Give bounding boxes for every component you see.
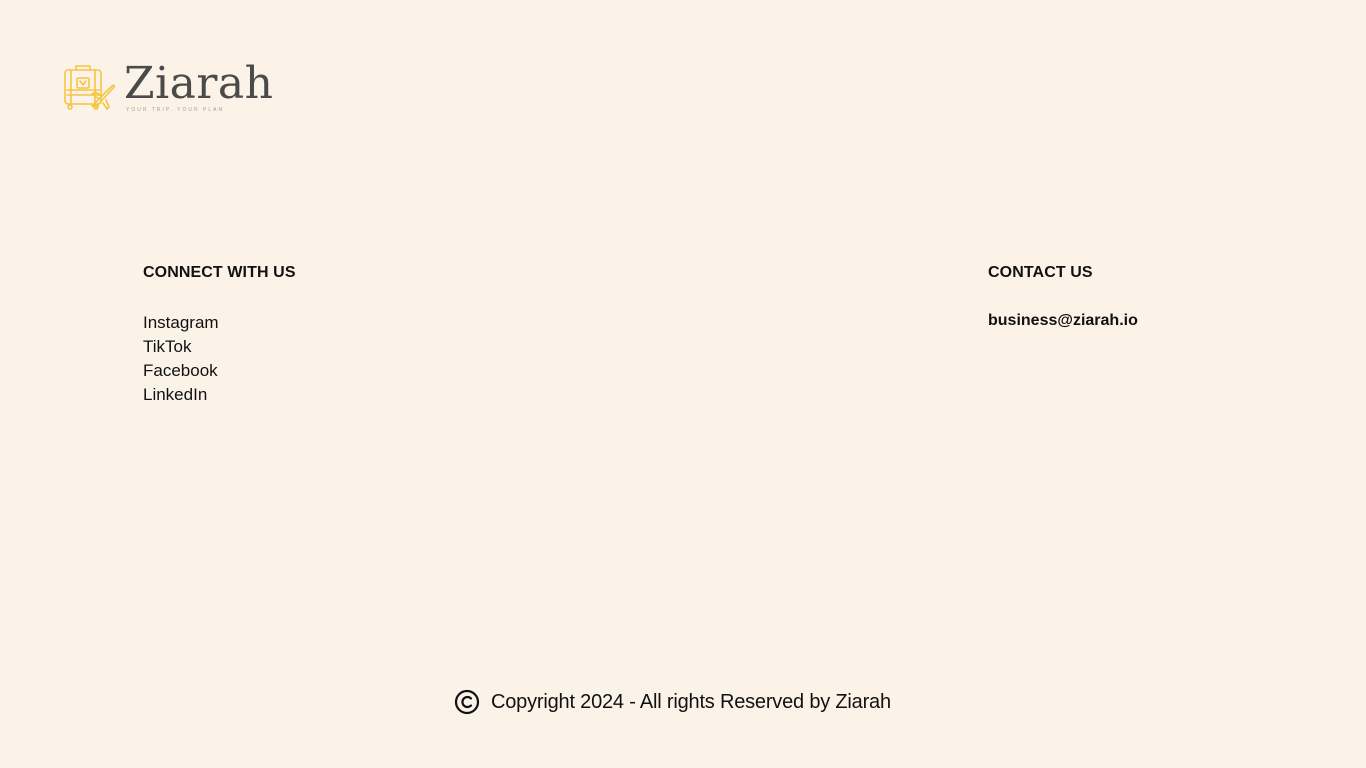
copyright-icon [454, 689, 480, 715]
brand-logo[interactable]: Ziarah YOUR TRIP. YOUR PLAN [62, 62, 273, 113]
social-links-list: Instagram TikTok Facebook LinkedIn [143, 311, 219, 407]
connect-heading: CONNECT WITH US [143, 264, 296, 281]
brand-name: Ziarah [124, 58, 274, 109]
suitcase-plane-icon [64, 65, 116, 110]
social-link-facebook[interactable]: Facebook [143, 359, 219, 383]
page: Ziarah YOUR TRIP. YOUR PLAN CONNECT WITH… [0, 0, 1366, 768]
brand-text: Ziarah YOUR TRIP. YOUR PLAN [124, 58, 274, 114]
contact-email-link[interactable]: business@ziarah.io [988, 312, 1138, 330]
social-link-linkedin[interactable]: LinkedIn [143, 383, 219, 407]
contact-heading: CONTACT US [988, 264, 1093, 281]
footer: Copyright 2024 - All rights Reserved by … [454, 689, 891, 715]
social-link-instagram[interactable]: Instagram [143, 311, 219, 335]
brand-tagline: YOUR TRIP. YOUR PLAN [126, 107, 225, 113]
copyright-text: Copyright 2024 - All rights Reserved by … [491, 690, 891, 713]
social-link-tiktok[interactable]: TikTok [143, 335, 219, 359]
